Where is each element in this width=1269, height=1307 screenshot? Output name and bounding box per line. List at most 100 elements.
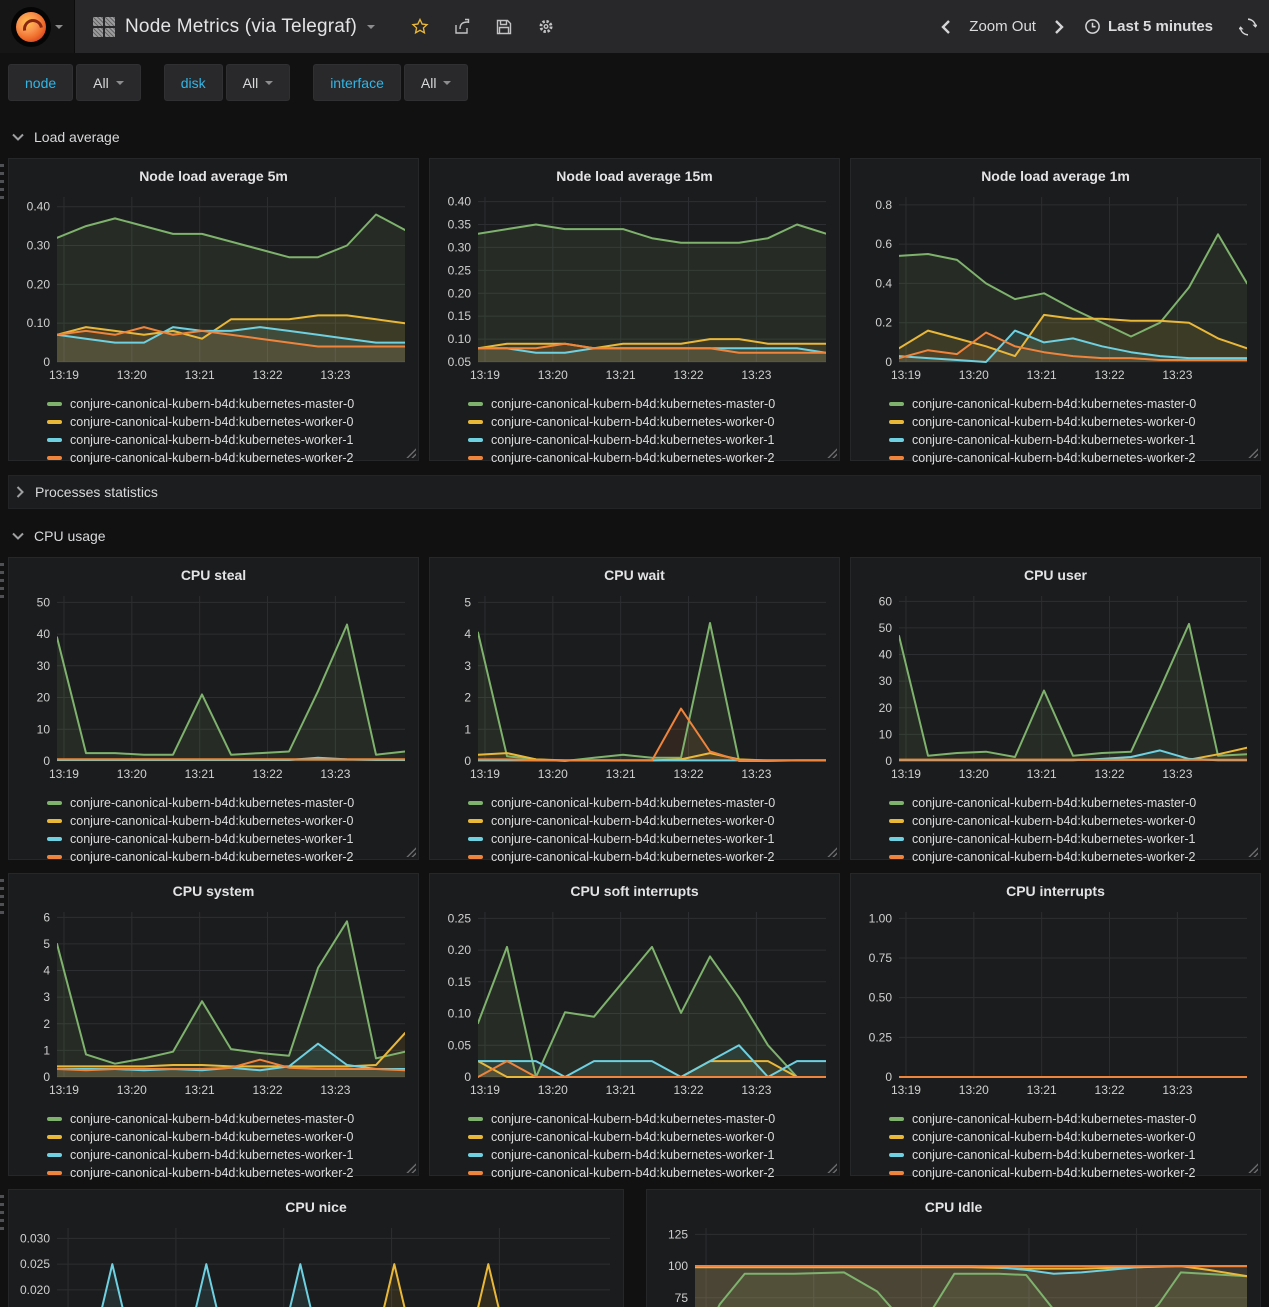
legend-item[interactable]: conjure-canonical-kubern-b4d:kubernetes-… [468, 794, 831, 812]
legend-item[interactable]: conjure-canonical-kubern-b4d:kubernetes-… [468, 431, 831, 449]
legend-item[interactable]: conjure-canonical-kubern-b4d:kubernetes-… [468, 1164, 831, 1182]
share-button[interactable] [453, 18, 471, 36]
svg-text:0: 0 [43, 754, 50, 768]
legend-item[interactable]: conjure-canonical-kubern-b4d:kubernetes-… [468, 1146, 831, 1164]
panel-title[interactable]: CPU system [17, 880, 410, 904]
chart-plot[interactable]: 0102030405013:1913:2013:2113:2213:23 [17, 589, 410, 791]
legend-item[interactable]: conjure-canonical-kubern-b4d:kubernetes-… [889, 1128, 1252, 1146]
legend-item[interactable]: conjure-canonical-kubern-b4d:kubernetes-… [468, 413, 831, 431]
legend-item[interactable]: conjure-canonical-kubern-b4d:kubernetes-… [47, 1146, 410, 1164]
panel-title[interactable]: CPU interrupts [859, 880, 1252, 904]
settings-button[interactable] [537, 18, 555, 36]
legend-item[interactable]: conjure-canonical-kubern-b4d:kubernetes-… [889, 449, 1252, 467]
legend-item[interactable]: conjure-canonical-kubern-b4d:kubernetes-… [468, 395, 831, 413]
legend-item[interactable]: conjure-canonical-kubern-b4d:kubernetes-… [889, 848, 1252, 866]
legend-item[interactable]: conjure-canonical-kubern-b4d:kubernetes-… [47, 1128, 410, 1146]
variable-value: All [421, 75, 437, 91]
svg-text:0.25: 0.25 [869, 1030, 893, 1044]
panel-title[interactable]: Node load average 5m [17, 165, 410, 189]
variable-name-button[interactable]: disk [164, 64, 223, 101]
legend-item[interactable]: conjure-canonical-kubern-b4d:kubernetes-… [889, 1110, 1252, 1128]
panel-title[interactable]: Node load average 15m [438, 165, 831, 189]
time-back-button[interactable] [937, 18, 955, 36]
legend-item[interactable]: conjure-canonical-kubern-b4d:kubernetes-… [889, 1146, 1252, 1164]
grafana-menu-button[interactable] [0, 0, 75, 53]
panel-title[interactable]: CPU user [859, 564, 1252, 588]
legend-series-name: conjure-canonical-kubern-b4d:kubernetes-… [912, 1130, 1195, 1144]
legend-item[interactable]: conjure-canonical-kubern-b4d:kubernetes-… [47, 413, 410, 431]
legend-item[interactable]: conjure-canonical-kubern-b4d:kubernetes-… [889, 794, 1252, 812]
legend-item[interactable]: conjure-canonical-kubern-b4d:kubernetes-… [47, 395, 410, 413]
panel-title[interactable]: Node load average 1m [859, 165, 1252, 189]
svg-text:13:23: 13:23 [741, 767, 771, 781]
legend-item[interactable]: conjure-canonical-kubern-b4d:kubernetes-… [889, 1164, 1252, 1182]
panel-title[interactable]: CPU nice [17, 1196, 615, 1220]
chart-plot[interactable]: 00.250.500.751.0013:1913:2013:2113:2213:… [859, 905, 1252, 1107]
svg-text:60: 60 [879, 594, 893, 608]
panel-title[interactable]: CPU Idle [655, 1196, 1252, 1220]
legend-item[interactable]: conjure-canonical-kubern-b4d:kubernetes-… [889, 830, 1252, 848]
chart-plot[interactable]: 010203040506013:1913:2013:2113:2213:23 [859, 589, 1252, 791]
legend-item[interactable]: conjure-canonical-kubern-b4d:kubernetes-… [47, 1110, 410, 1128]
save-button[interactable] [495, 18, 513, 36]
variable-value-dropdown[interactable]: All [226, 64, 291, 101]
chart-plot[interactable]: 025507510012513:1913:2013:2113:2213:23 [655, 1221, 1252, 1307]
row-header-load-average[interactable]: Load average [12, 125, 1261, 149]
chart-plot[interactable]: 0.050.100.150.200.250.300.350.4013:1913:… [438, 190, 831, 392]
panel-title[interactable]: CPU steal [17, 564, 410, 588]
time-forward-button[interactable] [1050, 18, 1068, 36]
legend-item[interactable]: conjure-canonical-kubern-b4d:kubernetes-… [889, 395, 1252, 413]
dashboard-title-dropdown[interactable]: Node Metrics (via Telegraf) [75, 0, 393, 53]
legend-item[interactable]: conjure-canonical-kubern-b4d:kubernetes-… [47, 1164, 410, 1182]
legend-item[interactable]: conjure-canonical-kubern-b4d:kubernetes-… [889, 413, 1252, 431]
legend-item[interactable]: conjure-canonical-kubern-b4d:kubernetes-… [468, 1128, 831, 1146]
row-header-processes-statistics[interactable]: Processes statistics [8, 475, 1261, 509]
legend-item[interactable]: conjure-canonical-kubern-b4d:kubernetes-… [468, 1110, 831, 1128]
legend-item[interactable]: conjure-canonical-kubern-b4d:kubernetes-… [47, 449, 410, 467]
legend-item[interactable]: conjure-canonical-kubern-b4d:kubernetes-… [47, 830, 410, 848]
star-button[interactable] [411, 18, 429, 36]
variable-name-button[interactable]: node [8, 64, 73, 101]
legend-item[interactable]: conjure-canonical-kubern-b4d:kubernetes-… [889, 431, 1252, 449]
legend-series-name: conjure-canonical-kubern-b4d:kubernetes-… [912, 1148, 1195, 1162]
chart-plot[interactable]: 00.20.40.60.813:1913:2013:2113:2213:23 [859, 190, 1252, 392]
variable-label: node [25, 75, 56, 91]
legend-item[interactable]: conjure-canonical-kubern-b4d:kubernetes-… [889, 812, 1252, 830]
legend-swatch-icon [889, 420, 904, 424]
panel-title[interactable]: CPU soft interrupts [438, 880, 831, 904]
svg-text:0.20: 0.20 [27, 277, 51, 291]
chart-plot[interactable]: 0.0150.0200.0250.03013:1913:2013:2113:22… [17, 1221, 615, 1307]
variable-name-button[interactable]: interface [313, 64, 401, 101]
chart-plot[interactable]: 01234513:1913:2013:2113:2213:23 [438, 589, 831, 791]
legend-item[interactable]: conjure-canonical-kubern-b4d:kubernetes-… [468, 812, 831, 830]
legend-item[interactable]: conjure-canonical-kubern-b4d:kubernetes-… [468, 848, 831, 866]
legend-item[interactable]: conjure-canonical-kubern-b4d:kubernetes-… [468, 830, 831, 848]
legend-item[interactable]: conjure-canonical-kubern-b4d:kubernetes-… [47, 431, 410, 449]
legend-item[interactable]: conjure-canonical-kubern-b4d:kubernetes-… [468, 449, 831, 467]
legend-series-name: conjure-canonical-kubern-b4d:kubernetes-… [491, 1112, 775, 1126]
svg-text:13:22: 13:22 [253, 1083, 283, 1097]
chart-plot[interactable]: 00.100.200.300.4013:1913:2013:2113:2213:… [17, 190, 410, 392]
svg-text:100: 100 [668, 1259, 688, 1273]
chart-plot[interactable]: 00.050.100.150.200.2513:1913:2013:2113:2… [438, 905, 831, 1107]
svg-text:0.35: 0.35 [448, 218, 472, 232]
chart-plot[interactable]: 012345613:1913:2013:2113:2213:23 [17, 905, 410, 1107]
refresh-icon [1239, 18, 1257, 36]
refresh-button[interactable] [1239, 18, 1257, 36]
svg-text:13:21: 13:21 [606, 368, 636, 382]
chart-legend: conjure-canonical-kubern-b4d:kubernetes-… [859, 794, 1252, 866]
time-range-picker[interactable]: Last 5 minutes [1084, 18, 1213, 35]
legend-item[interactable]: conjure-canonical-kubern-b4d:kubernetes-… [47, 848, 410, 866]
zoom-out-button[interactable]: Zoom Out [969, 18, 1036, 35]
panel-title[interactable]: CPU wait [438, 564, 831, 588]
variable-value-dropdown[interactable]: All [404, 64, 469, 101]
legend-item[interactable]: conjure-canonical-kubern-b4d:kubernetes-… [47, 794, 410, 812]
legend-series-name: conjure-canonical-kubern-b4d:kubernetes-… [70, 796, 354, 810]
row-header-cpu-usage[interactable]: CPU usage [12, 524, 1261, 548]
svg-text:40: 40 [879, 648, 893, 662]
svg-text:1.00: 1.00 [869, 911, 893, 925]
legend-swatch-icon [889, 855, 904, 859]
legend-item[interactable]: conjure-canonical-kubern-b4d:kubernetes-… [47, 812, 410, 830]
legend-series-name: conjure-canonical-kubern-b4d:kubernetes-… [491, 397, 775, 411]
variable-value-dropdown[interactable]: All [76, 64, 141, 101]
